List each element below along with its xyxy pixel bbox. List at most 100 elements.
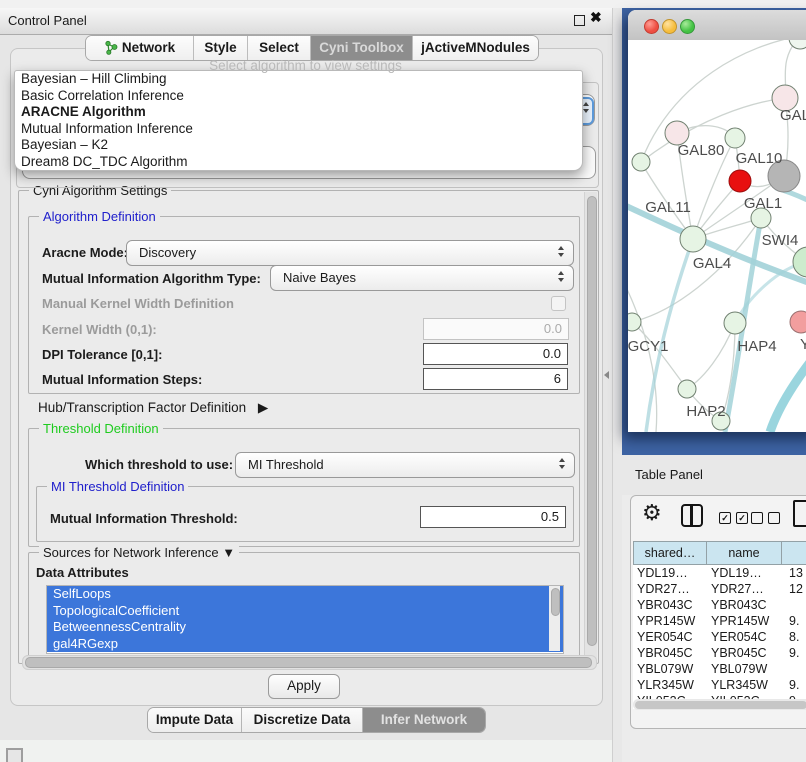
network-edges-teal xyxy=(628,188,806,432)
algorithm-option[interactable]: Bayesian – Hill Climbing xyxy=(15,71,582,88)
node-red-selected[interactable] xyxy=(729,170,751,192)
table-panel-titlebar: Table Panel xyxy=(622,455,806,495)
control-panel-titlebar: Control Panel xyxy=(0,8,612,35)
sources-toggle[interactable]: Sources for Network Inference ▼ xyxy=(39,545,239,560)
node-hap2[interactable] xyxy=(678,380,696,398)
mi-type-label: Mutual Information Algorithm Type: xyxy=(42,271,261,286)
label-gal80: GAL80 xyxy=(678,142,725,159)
table-panel-title: Table Panel xyxy=(635,467,703,482)
table-header-row: shared… name A xyxy=(633,541,806,565)
close-traffic-light[interactable] xyxy=(644,19,659,34)
table-row[interactable]: YBL079W YBL079W xyxy=(633,661,806,677)
mi-steps-field[interactable]: 6 xyxy=(423,368,568,390)
dpi-tolerance-field[interactable]: 0.0 xyxy=(423,343,568,365)
network-view-window: GAL80 GAL10 GAL11 GAL1 SWI4 GAL4 GCY1 HA… xyxy=(628,10,806,432)
table-horizontal-scrollbar[interactable] xyxy=(633,699,806,710)
tab-infer-network[interactable]: Infer Network xyxy=(362,708,485,732)
close-panel-button[interactable]: ✖ xyxy=(590,9,602,26)
algorithm-option[interactable]: Mutual Information Inference xyxy=(15,121,582,138)
node-gal10[interactable] xyxy=(725,128,745,148)
tab-style-label: Style xyxy=(204,36,236,60)
label-hap2: HAP2 xyxy=(686,403,725,420)
node-salmon[interactable] xyxy=(790,311,806,333)
column-header-partial[interactable]: A xyxy=(782,541,806,565)
node-hap4[interactable] xyxy=(724,312,746,334)
minimize-traffic-light[interactable] xyxy=(662,19,677,34)
select-all-checkboxes-icon[interactable]: ✓✓ xyxy=(719,512,748,524)
tab-discretize-data[interactable]: Discretize Data xyxy=(241,708,362,732)
column-header-name[interactable]: name xyxy=(707,541,782,565)
splitter-collapse-icon[interactable] xyxy=(604,371,609,379)
algorithm-option[interactable]: Dream8 DC_TDC Algorithm xyxy=(15,154,582,171)
gear-icon[interactable]: ⚙ xyxy=(642,500,662,526)
attributes-list-scrollbar[interactable] xyxy=(549,586,560,651)
table-row[interactable]: YPR145W YPR145W 9. xyxy=(633,613,806,629)
tab-cyni-toolbox[interactable]: Cyni Toolbox xyxy=(310,36,412,60)
mi-type-value: Naive Bayes xyxy=(283,270,356,285)
algorithm-option[interactable]: Basic Correlation Inference xyxy=(15,88,582,105)
mi-threshold-frame-title: MI Threshold Definition xyxy=(47,479,188,494)
manual-kernel-checkbox[interactable] xyxy=(551,296,566,311)
settings-horizontal-scrollbar-thumb[interactable] xyxy=(25,657,592,668)
tab-select[interactable]: Select xyxy=(247,36,310,60)
table-row[interactable]: YBR045C YBR045C 9. xyxy=(633,645,806,661)
mi-type-select[interactable]: Naive Bayes xyxy=(270,265,574,291)
tab-cyni-toolbox-label: Cyni Toolbox xyxy=(319,36,404,60)
node-gcy1[interactable] xyxy=(628,313,641,331)
which-threshold-value: MI Threshold xyxy=(248,457,324,472)
tab-impute-data[interactable]: Impute Data xyxy=(148,708,241,732)
node-gal4[interactable] xyxy=(680,226,706,252)
dpi-tolerance-label: DPI Tolerance [0,1]: xyxy=(42,347,162,362)
label-swi4: SWI4 xyxy=(762,232,799,249)
which-threshold-label: Which threshold to use: xyxy=(85,457,233,472)
list-item-selected[interactable]: TopologicalCoefficient xyxy=(47,603,563,620)
export-table-icon[interactable] xyxy=(793,500,806,527)
network-canvas[interactable]: GAL80 GAL10 GAL11 GAL1 SWI4 GAL4 GCY1 HA… xyxy=(628,40,806,432)
column-header-shared[interactable]: shared… xyxy=(633,541,707,565)
list-item-selected[interactable]: SelfLoops xyxy=(47,586,563,603)
table-row[interactable]: YER054C YER054C 8. xyxy=(633,629,806,645)
which-threshold-select[interactable]: MI Threshold xyxy=(235,452,575,478)
label-gal11: GAL11 xyxy=(645,199,691,216)
tab-style[interactable]: Style xyxy=(193,36,247,60)
float-window-button[interactable] xyxy=(574,15,585,26)
kernel-width-field[interactable]: 0.0 xyxy=(423,318,569,340)
attributes-list-scrollbar-thumb[interactable] xyxy=(551,588,560,616)
settings-vertical-scrollbar-thumb[interactable] xyxy=(587,196,597,646)
algorithm-option-selected[interactable]: ARACNE Algorithm xyxy=(15,104,582,121)
hub-definition-toggle[interactable]: Hub/Transcription Factor Definition ▶ xyxy=(38,400,268,416)
threshold-definition-title: Threshold Definition xyxy=(39,421,163,436)
mi-threshold-label: Mutual Information Threshold: xyxy=(50,511,238,526)
table-horizontal-scrollbar-thumb[interactable] xyxy=(635,701,806,709)
settings-horizontal-scrollbar[interactable] xyxy=(22,655,597,670)
columns-icon[interactable] xyxy=(681,504,703,527)
table-row[interactable]: YDL19… YDL19… 13 xyxy=(633,565,806,581)
list-item-selected[interactable]: gal4RGexp xyxy=(47,636,563,653)
list-item-selected[interactable]: BetweennessCentrality xyxy=(47,619,563,636)
network-window-titlebar[interactable] xyxy=(628,10,806,41)
tab-network[interactable]: Network xyxy=(86,36,193,60)
algorithm-combo-prompt: Select algorithm to view settings xyxy=(10,58,601,73)
table-row[interactable]: YDR27… YDR27… 12 xyxy=(633,581,806,597)
app-root: Control Panel ✖ Network Style Select Cyn… xyxy=(0,0,806,762)
table-row[interactable]: YLR345W YLR345W 9. xyxy=(633,677,806,693)
node-gal11[interactable] xyxy=(632,153,650,171)
dock-panel-icon[interactable] xyxy=(6,748,23,762)
mi-threshold-field[interactable]: 0.5 xyxy=(420,506,566,528)
network-graph: GAL80 GAL10 GAL11 GAL1 SWI4 GAL4 GCY1 HA… xyxy=(628,40,806,432)
bottom-tabs: Impute Data Discretize Data Infer Networ… xyxy=(147,707,486,733)
apply-button[interactable]: Apply xyxy=(268,674,340,699)
combo-arrows-icon xyxy=(583,102,589,113)
tab-jactivemnodules[interactable]: jActiveMNodules xyxy=(412,36,538,60)
settings-vertical-scrollbar[interactable] xyxy=(584,192,597,660)
aracne-mode-label: Aracne Mode: xyxy=(42,245,128,260)
algorithm-option[interactable]: Bayesian – K2 xyxy=(15,137,582,154)
deselect-all-checkboxes-icon[interactable] xyxy=(751,512,780,524)
zoom-traffic-light[interactable] xyxy=(680,19,695,34)
table-row[interactable]: YBR043C YBR043C xyxy=(633,597,806,613)
node-swi4[interactable] xyxy=(793,247,806,277)
data-attributes-label: Data Attributes xyxy=(36,565,129,580)
bottom-frame-strip xyxy=(0,740,612,762)
tab-network-label: Network xyxy=(122,36,175,60)
aracne-mode-select[interactable]: Discovery xyxy=(126,240,574,266)
